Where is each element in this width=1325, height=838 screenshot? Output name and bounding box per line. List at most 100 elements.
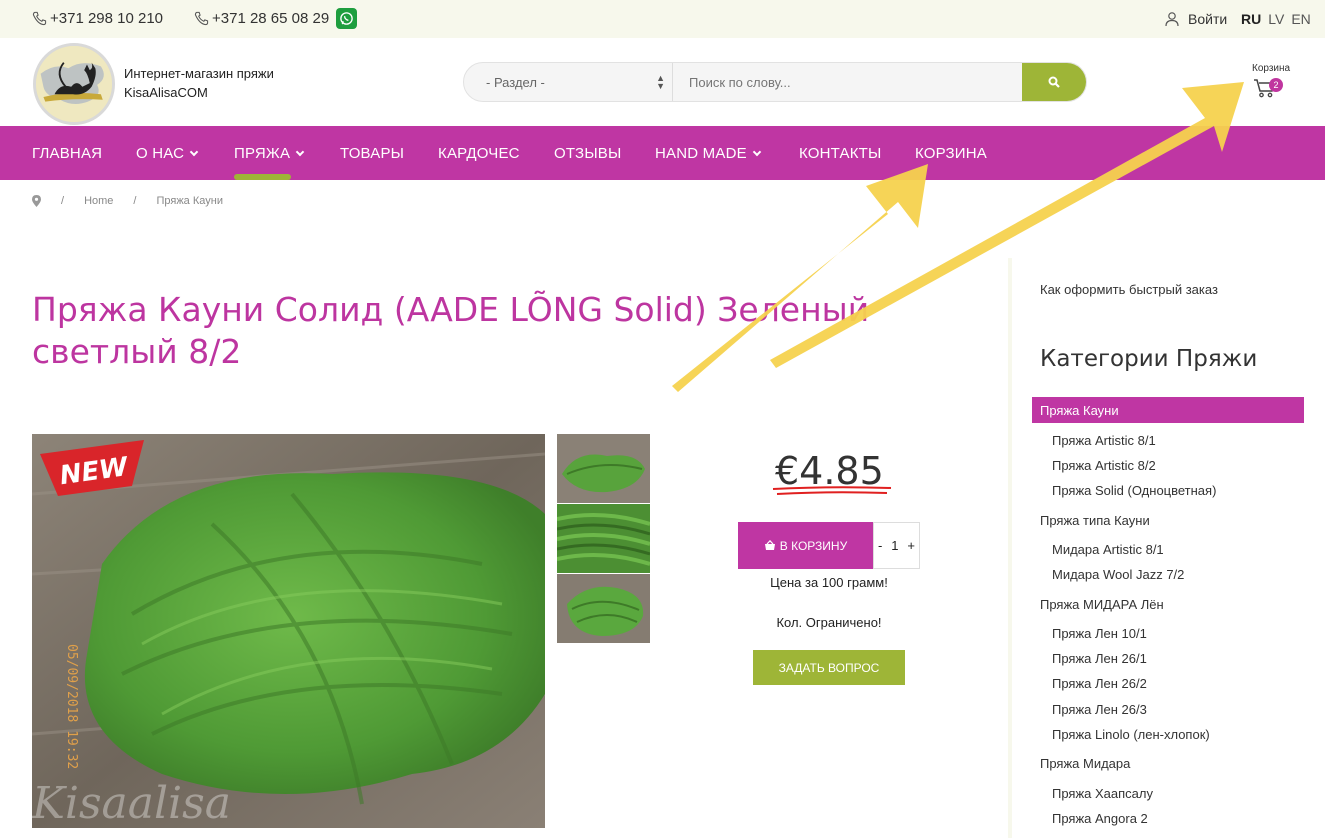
phone-icon [32,11,47,26]
price-underline-icon [772,486,892,495]
category-group[interactable]: Пряжа МИДАРА Лён [1040,597,1164,612]
yarn-thumbnail [557,504,650,573]
cart-count-badge: 2 [1269,78,1283,92]
category-item[interactable]: Пряжа Лен 10/1 [1052,626,1147,641]
nav-yarn[interactable]: ПРЯЖА [234,145,305,162]
nav-contacts[interactable]: КОНТАКТЫ [799,145,882,162]
product-thumbnail-2[interactable] [557,504,650,573]
quantity-stepper: - 1 + [873,522,920,569]
category-item[interactable]: Пряжа Solid (Одноцветная) [1052,483,1216,498]
chevron-down-icon [189,147,199,157]
login-link[interactable]: Войти [1164,11,1227,27]
nav-cart-label: КОРЗИНА [915,145,987,162]
quick-order-link[interactable]: Как оформить быстрый заказ [1040,282,1218,297]
nav-about-label: О НАС [136,145,185,162]
sidebar-divider [1008,258,1012,838]
map-pin-icon[interactable] [32,195,41,207]
nav-cardoches-label: КАРДОЧЕС [438,145,520,162]
nav-cart[interactable]: КОРЗИНА [915,145,987,162]
product-main-image[interactable]: NEW 05/09/2018 19:32 Kisaalisa [32,434,545,828]
yarn-thumbnail [557,574,650,643]
category-active[interactable]: Пряжа Кауни [1032,397,1304,423]
search-input[interactable] [673,63,1024,101]
phone-icon [194,11,209,26]
category-item[interactable]: Пряжа Хаапсалу [1052,786,1153,801]
qty-increase-button[interactable]: + [907,538,915,553]
language-switcher: RU LV EN [1241,11,1311,27]
product-thumbnail-1[interactable] [557,434,650,503]
category-item[interactable]: Мидара Artistic 8/1 [1052,542,1164,557]
shop-name: Интернет-магазин пряжи KisaAlisaCOM [124,64,274,102]
lang-ru[interactable]: RU [1241,11,1261,27]
category-item[interactable]: Мидара Wool Jazz 7/2 [1052,567,1184,582]
nav-handmade-label: HAND MADE [655,145,747,162]
user-icon [1165,12,1179,27]
breadcrumb-home[interactable]: Home [84,195,113,207]
nav-home-label: ГЛАВНАЯ [32,145,103,162]
nav-about[interactable]: О НАС [136,145,199,162]
chevron-down-icon [752,147,762,157]
cart-label: Корзина [1252,63,1291,74]
qty-value[interactable]: 1 [891,538,898,553]
header-cart[interactable]: Корзина 2 [1252,63,1291,98]
nav-goods[interactable]: ТОВАРЫ [340,145,404,162]
section-select[interactable]: - Раздел - ▲ ▼ [464,63,673,101]
section-select-value: - Раздел - [486,75,545,90]
nav-cardoches[interactable]: КАРДОЧЕС [438,145,520,162]
product-thumbnail-3[interactable] [557,574,650,643]
product-price: €4.85 [772,449,892,495]
nav-reviews-label: ОТЗЫВЫ [554,145,622,162]
lang-en[interactable]: EN [1291,11,1310,27]
category-item[interactable]: Пряжа Linolo (лен-хлопок) [1052,727,1210,742]
shop-tagline: Интернет-магазин пряжи [124,66,274,81]
phone-link-1[interactable]: +371 298 10 210 [32,10,163,27]
category-item[interactable]: Пряжа Artistic 8/2 [1052,458,1156,473]
nav-home[interactable]: ГЛАВНАЯ [32,145,102,162]
ask-question-label: ЗАДАТЬ ВОПРОС [778,660,880,675]
site-logo[interactable] [33,43,115,125]
phone-number-2: +371 28 65 08 29 [212,10,330,27]
breadcrumb-separator: / [133,195,137,207]
yarn-photo: NEW 05/09/2018 19:32 Kisaalisa [32,434,545,828]
categories-heading: Категории Пряжи [1040,346,1258,372]
product-title: Пряжа Кауни Солид (AADE LÕNG Solid) Зеле… [32,290,870,371]
add-to-cart-label: В КОРЗИНУ [779,538,848,553]
lang-lv[interactable]: LV [1268,11,1284,27]
qty-decrease-button[interactable]: - [878,538,882,553]
nav-reviews[interactable]: ОТЗЫВЫ [554,145,621,162]
phone-link-2[interactable]: +371 28 65 08 29 [194,10,329,27]
phone-number-1: +371 298 10 210 [50,10,164,27]
price-note: Цена за 100 грамм! [770,575,888,590]
category-item[interactable]: Пряжа Angora 2 [1052,811,1148,826]
add-to-cart-button[interactable]: В КОРЗИНУ [738,522,873,569]
cat-logo-icon [36,46,112,122]
top-bar: +371 298 10 210 +371 28 65 08 29 Войти R… [0,0,1325,38]
category-item[interactable]: Пряжа Лен 26/3 [1052,702,1147,717]
nav-handmade[interactable]: HAND MADE [655,145,762,162]
category-group[interactable]: Пряжа Мидара [1040,756,1130,771]
search-icon [1048,76,1060,88]
photo-date-stamp: 05/09/2018 19:32 [64,644,79,769]
category-item[interactable]: Пряжа Лен 26/2 [1052,676,1147,691]
login-label: Войти [1188,11,1228,27]
photo-watermark: Kisaalisa [32,778,231,828]
yarn-thumbnail [557,434,650,503]
breadcrumb-current: Пряжа Кауни [156,195,223,207]
search-bar: - Раздел - ▲ ▼ [463,62,1087,102]
category-group[interactable]: Пряжа типа Кауни [1040,513,1150,528]
category-item[interactable]: Пряжа Лен 26/1 [1052,651,1147,666]
breadcrumb: / Home / Пряжа Кауни [32,195,223,207]
active-nav-indicator-bottom [234,174,291,180]
select-arrows-icon: ▲ ▼ [656,73,665,91]
chevron-down-icon [295,147,305,157]
ask-question-button[interactable]: ЗАДАТЬ ВОПРОС [753,650,905,685]
main-nav: ГЛАВНАЯ О НАС ПРЯЖА ТОВАРЫ КАРДОЧЕС ОТЗЫ… [0,126,1325,180]
shop-brand: KisaAlisaCOM [124,85,208,100]
basket-icon [764,540,775,550]
nav-goods-label: ТОВАРЫ [340,145,405,162]
nav-contacts-label: КОНТАКТЫ [799,145,882,162]
whatsapp-icon[interactable] [336,8,357,29]
stock-note: Кол. Ограничено! [776,615,882,630]
search-button[interactable] [1022,63,1086,101]
category-item[interactable]: Пряжа Artistic 8/1 [1052,433,1156,448]
